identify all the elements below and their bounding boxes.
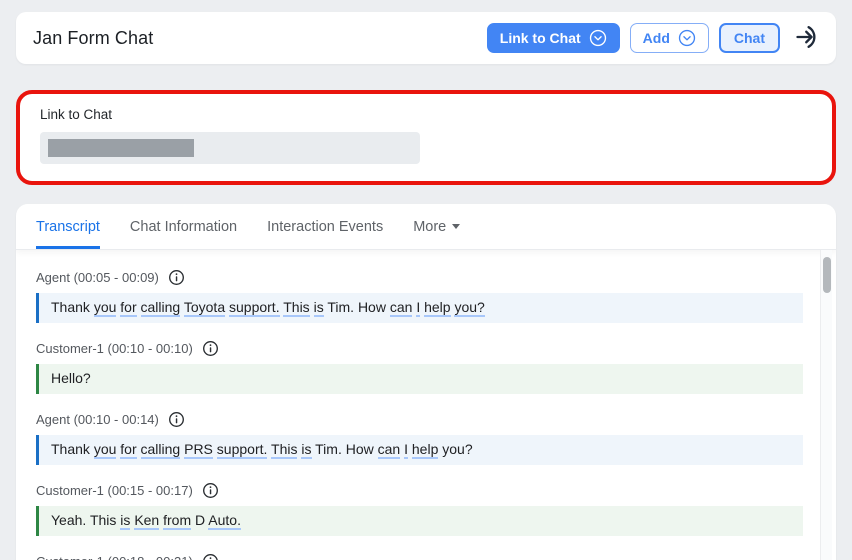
- header-bar: Jan Form Chat Link to Chat Add Chat: [16, 12, 836, 64]
- exit-panel-button[interactable]: [794, 23, 822, 54]
- keyword-highlight: can: [378, 441, 401, 459]
- scrollbar-track[interactable]: [820, 250, 832, 560]
- keyword-highlight: is: [314, 299, 324, 317]
- link-to-chat-input[interactable]: [40, 132, 420, 164]
- page-title: Jan Form Chat: [33, 28, 153, 49]
- keyword-highlight: you?: [454, 299, 484, 317]
- keyword-highlight: you: [94, 299, 117, 317]
- keyword-highlight: is: [301, 441, 311, 459]
- transcript-message: Customer-1 (00:15 - 00:17) Yeah. This is …: [36, 482, 803, 536]
- speaker-time-text: Customer-1 (00:18 - 00:21): [36, 554, 193, 560]
- tab-interaction-events[interactable]: Interaction Events: [267, 204, 383, 249]
- speaker-time-text: Customer-1 (00:15 - 00:17): [36, 483, 193, 499]
- redacted-value: [48, 139, 194, 157]
- keyword-highlight: This: [283, 299, 309, 317]
- link-to-chat-button-label: Link to Chat: [500, 30, 581, 46]
- keyword-highlight: for: [120, 299, 136, 317]
- transcript-message: Agent (00:10 - 00:14) Thank you for calli…: [36, 411, 803, 465]
- keyword-highlight: This: [271, 441, 297, 459]
- keyword-highlight: calling: [141, 299, 181, 317]
- message-speaker-label: Customer-1 (00:10 - 00:10): [36, 340, 803, 357]
- keyword-highlight: Auto.: [208, 512, 241, 530]
- header-actions: Link to Chat Add Chat: [487, 23, 822, 54]
- tab-transcript[interactable]: Transcript: [36, 204, 100, 249]
- transcript-messages: Agent (00:05 - 00:09) Thank you for calli…: [16, 249, 836, 560]
- message-bubble: Yeah. This is Ken from D Auto.: [36, 506, 803, 536]
- tab-interaction-events-label: Interaction Events: [267, 219, 383, 235]
- message-speaker-label: Agent (00:05 - 00:09): [36, 269, 803, 286]
- link-to-chat-field-label: Link to Chat: [40, 107, 812, 122]
- info-icon[interactable]: [168, 269, 185, 286]
- info-icon[interactable]: [202, 482, 219, 499]
- keyword-highlight: support.: [217, 441, 268, 459]
- link-to-chat-section: Link to Chat: [16, 90, 836, 185]
- chat-button-label: Chat: [734, 30, 765, 46]
- tab-more[interactable]: More: [413, 204, 460, 249]
- speaker-time-text: Agent (00:05 - 00:09): [36, 270, 159, 286]
- message-speaker-label: Agent (00:10 - 00:14): [36, 411, 803, 428]
- keyword-highlight: I: [404, 441, 408, 459]
- keyword-highlight: can: [390, 299, 413, 317]
- chevron-down-circle-icon: [678, 29, 696, 47]
- info-icon[interactable]: [202, 340, 219, 357]
- message-bubble: Hello?: [36, 364, 803, 394]
- link-to-chat-button[interactable]: Link to Chat: [487, 23, 620, 53]
- tab-chat-information-label: Chat Information: [130, 219, 237, 235]
- arrow-right-bracket-icon: [794, 23, 822, 54]
- add-button-label: Add: [643, 30, 670, 46]
- tab-transcript-label: Transcript: [36, 219, 100, 235]
- chat-button[interactable]: Chat: [719, 23, 780, 53]
- tab-more-label: More: [413, 219, 446, 235]
- message-speaker-label: Customer-1 (00:18 - 00:21): [36, 553, 803, 560]
- message-speaker-label: Customer-1 (00:15 - 00:17): [36, 482, 803, 499]
- info-icon[interactable]: [168, 411, 185, 428]
- keyword-highlight: support.: [229, 299, 280, 317]
- keyword-highlight: help: [412, 441, 438, 459]
- scrollbar-thumb[interactable]: [823, 257, 831, 293]
- tab-chat-information[interactable]: Chat Information: [130, 204, 237, 249]
- speaker-time-text: Customer-1 (00:10 - 00:10): [36, 341, 193, 357]
- chevron-down-circle-icon: [589, 29, 607, 47]
- transcript-panel: Transcript Chat Information Interaction …: [16, 204, 836, 560]
- speaker-time-text: Agent (00:10 - 00:14): [36, 412, 159, 428]
- info-icon[interactable]: [202, 553, 219, 560]
- tab-bar: Transcript Chat Information Interaction …: [16, 204, 836, 249]
- keyword-highlight: Toyota: [184, 299, 225, 317]
- add-button[interactable]: Add: [630, 23, 709, 53]
- keyword-highlight: help: [424, 299, 450, 317]
- keyword-highlight: from: [163, 512, 191, 530]
- keyword-highlight: I: [416, 299, 420, 317]
- keyword-highlight: calling: [141, 441, 181, 459]
- message-bubble: Thank you for calling PRS support. This …: [36, 435, 803, 465]
- keyword-highlight: is: [120, 512, 130, 530]
- caret-down-icon: [452, 224, 460, 229]
- transcript-message: Customer-1 (00:18 - 00:21): [36, 553, 803, 560]
- transcript-message: Customer-1 (00:10 - 00:10) Hello?: [36, 340, 803, 394]
- transcript-message: Agent (00:05 - 00:09) Thank you for calli…: [36, 269, 803, 323]
- keyword-highlight: for: [120, 441, 136, 459]
- keyword-highlight: you: [94, 441, 117, 459]
- keyword-highlight: Ken: [134, 512, 159, 530]
- message-bubble: Thank you for calling Toyota support. Th…: [36, 293, 803, 323]
- keyword-highlight: PRS: [184, 441, 213, 459]
